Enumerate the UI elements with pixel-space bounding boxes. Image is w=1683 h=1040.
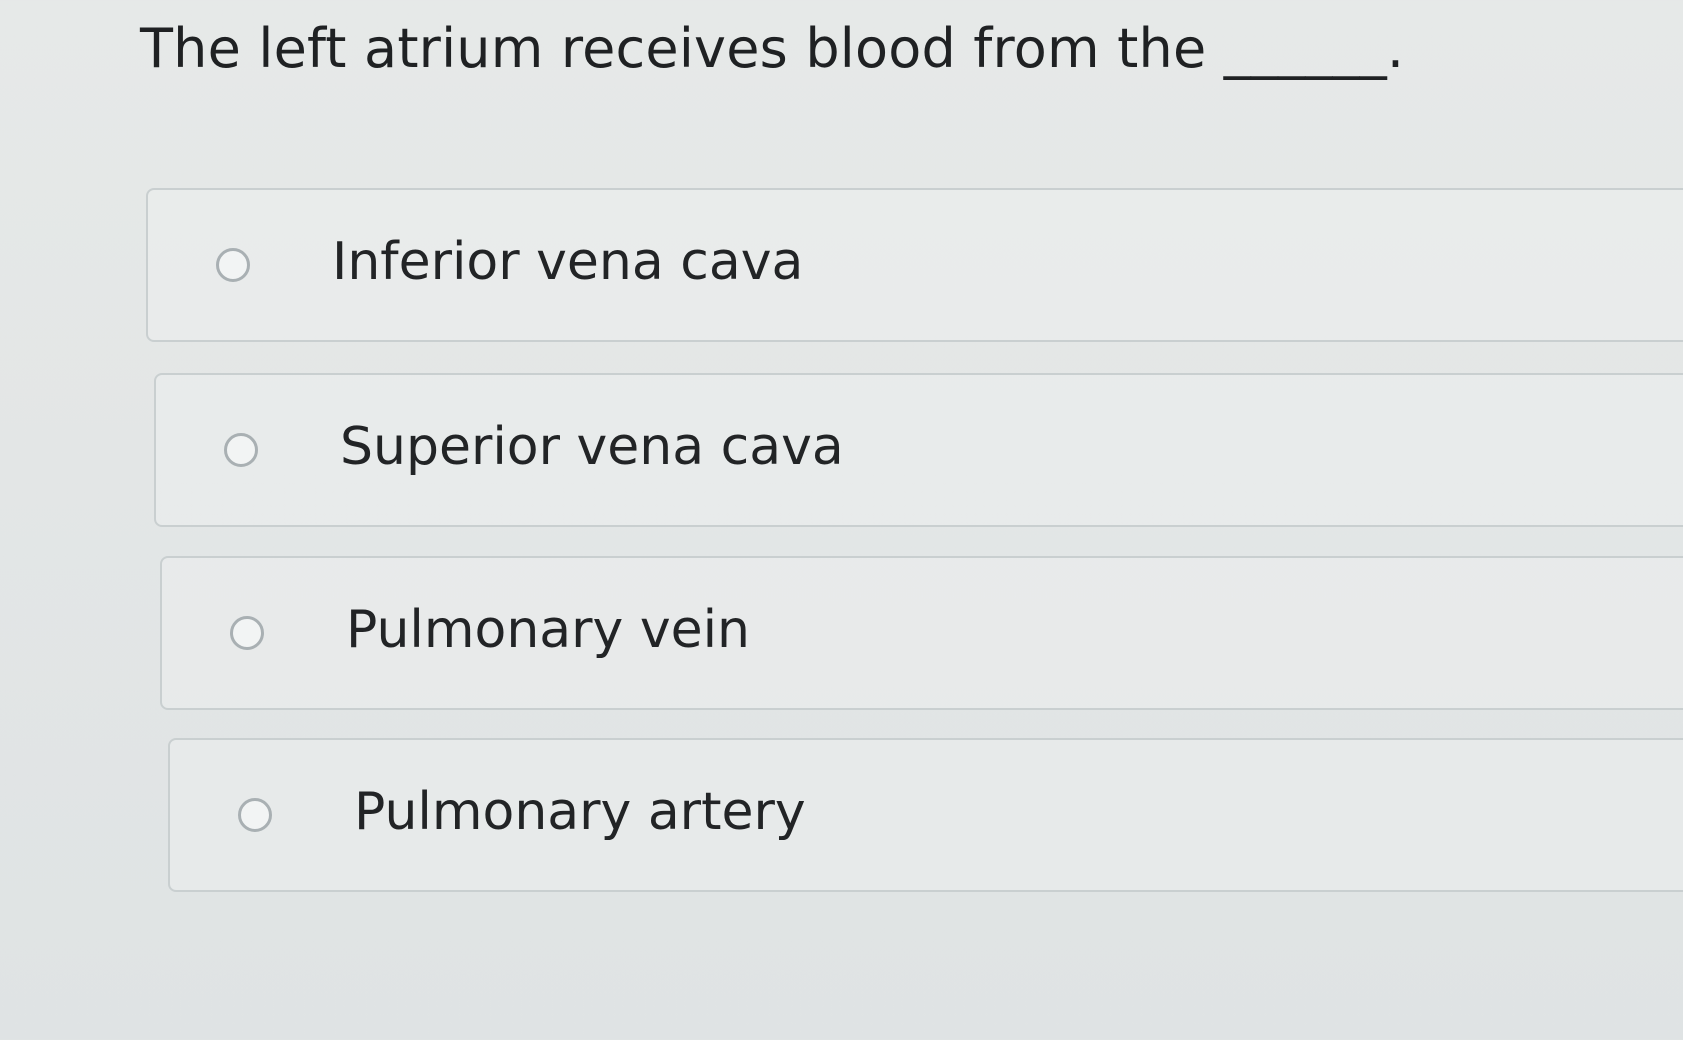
option-superior-vena-cava[interactable]: Superior vena cava	[154, 373, 1683, 527]
option-label: Superior vena cava	[340, 417, 844, 477]
option-label: Pulmonary vein	[346, 600, 750, 660]
answer-options: Inferior vena cava Superior vena cava Pu…	[0, 0, 1683, 1040]
option-pulmonary-artery[interactable]: Pulmonary artery	[168, 738, 1683, 892]
option-pulmonary-vein[interactable]: Pulmonary vein	[160, 556, 1683, 710]
radio-button[interactable]	[224, 433, 258, 467]
option-inferior-vena-cava[interactable]: Inferior vena cava	[146, 188, 1683, 342]
option-label: Inferior vena cava	[332, 232, 804, 292]
radio-button[interactable]	[230, 616, 264, 650]
radio-button[interactable]	[216, 248, 250, 282]
radio-button[interactable]	[238, 798, 272, 832]
option-label: Pulmonary artery	[354, 782, 806, 842]
